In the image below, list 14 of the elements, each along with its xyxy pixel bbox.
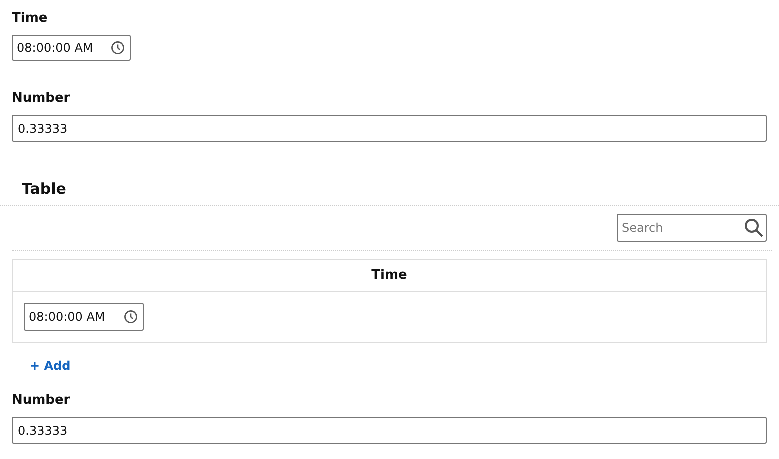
search-icon[interactable] (744, 218, 764, 238)
clock-icon[interactable] (124, 310, 138, 324)
add-link[interactable]: + Add (30, 359, 71, 373)
field-label: Number (12, 91, 70, 108)
field-label: Time (12, 11, 48, 28)
section-title: Table (22, 180, 66, 200)
field-label: Number (12, 393, 70, 410)
number-field[interactable]: 0.33333 (12, 417, 767, 444)
clock-icon[interactable] (111, 41, 125, 55)
number-field[interactable]: 0.33333 (12, 115, 767, 142)
column-header: Time (12, 260, 766, 292)
search-field[interactable]: Search (617, 214, 767, 242)
time-field[interactable]: 08:00:00 AM (12, 35, 131, 61)
time-field[interactable]: 08:00:00 AM (24, 303, 144, 331)
